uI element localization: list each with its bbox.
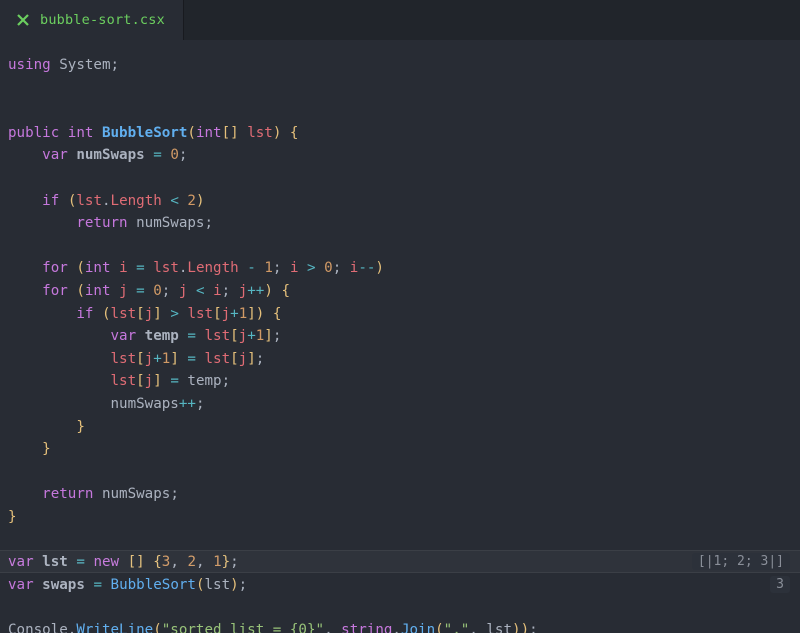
tab-filename: bubble-sort.csx bbox=[40, 12, 165, 28]
tab-bar: bubble-sort.csx bbox=[0, 0, 800, 40]
close-icon[interactable] bbox=[16, 13, 30, 27]
code-editor[interactable]: using System; public int BubbleSort(int[… bbox=[0, 40, 800, 633]
tab-bubble-sort[interactable]: bubble-sort.csx bbox=[0, 0, 184, 40]
code-content[interactable]: using System; public int BubbleSort(int[… bbox=[8, 54, 792, 633]
